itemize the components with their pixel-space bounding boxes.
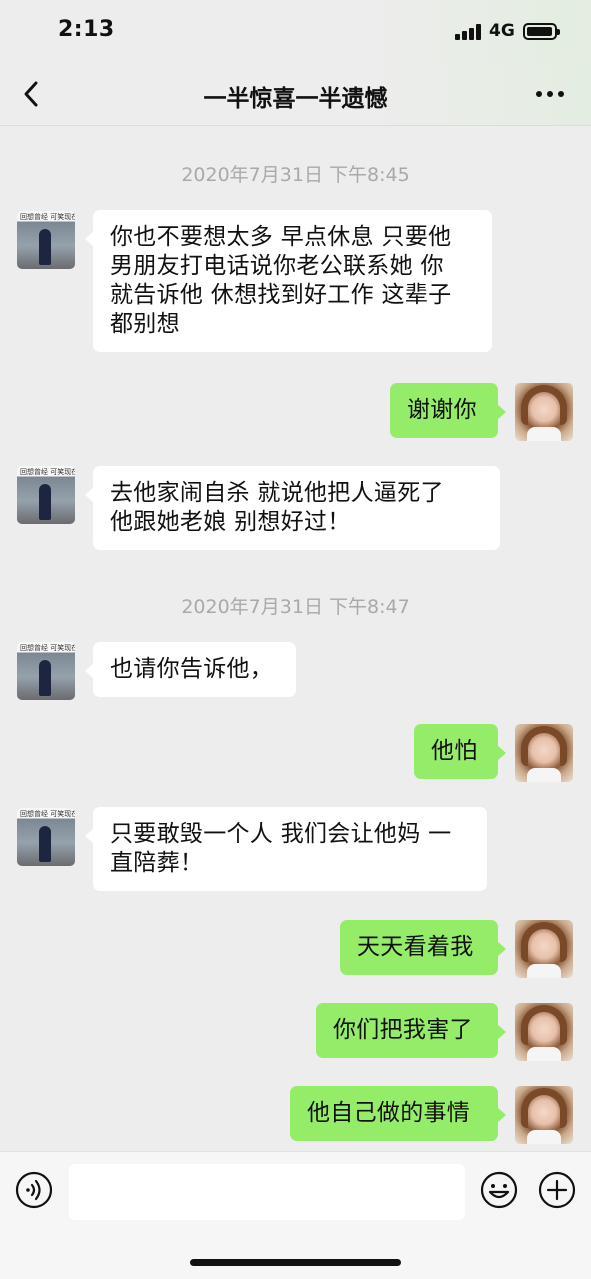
message-line: 你们把我害了 [333, 1017, 473, 1043]
message-line: 他自己做的事情 [307, 1100, 471, 1126]
message-bubble-received[interactable]: 你也不要想太多 早点休息 只要他 男朋友打电话说你老公联系她 你 就告诉他 休想… [85, 210, 492, 352]
message-line: 都别想 [110, 311, 180, 337]
message-bubble-sent[interactable]: 谢谢你 [390, 383, 506, 438]
emoji-button[interactable] [479, 1170, 519, 1210]
my-avatar[interactable] [515, 920, 573, 978]
contact-avatar[interactable]: 回想曾经 可笑现在 [17, 642, 75, 700]
more-button[interactable] [530, 82, 570, 106]
timestamp: 2020年7月31日 下午8:47 [181, 596, 410, 618]
message-line: 男朋友打电话说你老公联系她 你 [110, 253, 444, 279]
message-bubble-sent[interactable]: 你们把我害了 [316, 1003, 506, 1058]
my-avatar[interactable] [515, 724, 573, 782]
message-line: 他怕 [431, 738, 478, 764]
chat-title: 一半惊喜一半遗憾 [203, 86, 388, 112]
contact-avatar[interactable]: 回想曾经 可笑现在 [17, 466, 75, 524]
chevron-left-icon [24, 81, 38, 107]
message-line: 也请你告诉他， [110, 656, 274, 682]
back-button[interactable] [14, 76, 50, 112]
message-line: 谢谢你 [407, 397, 477, 423]
more-icon [536, 91, 564, 97]
my-avatar[interactable] [515, 1086, 573, 1144]
avatar-caption: 回想曾经 可笑现在 [20, 468, 75, 476]
message-line: 天天看着我 [357, 934, 474, 960]
message-line: 你也不要想太多 早点休息 只要他 [110, 224, 452, 250]
message-line: 就告诉他 休想找到好工作 这辈子 [110, 282, 452, 308]
message-input[interactable] [69, 1164, 465, 1220]
signal-icon [455, 24, 483, 40]
message-bubble-received[interactable]: 只要敢毁一个人 我们会让他妈 一 直陪葬！ [85, 807, 487, 891]
message-bubble-sent[interactable]: 他怕 [414, 724, 506, 779]
battery-icon [523, 23, 560, 40]
message-bubble-sent[interactable]: 他自己做的事情 [290, 1086, 506, 1141]
voice-button[interactable] [14, 1170, 54, 1210]
message-line: 去他家闹自杀 就说他把人逼死了 [110, 480, 444, 506]
status-bar: 2:13 4G [0, 0, 591, 62]
message-line: 直陪葬！ [110, 850, 204, 876]
chat-header: 一半惊喜一半遗憾 [0, 62, 591, 126]
network-type: 4G [489, 21, 515, 41]
voice-icon [15, 1171, 53, 1209]
message-bubble-received[interactable]: 去他家闹自杀 就说他把人逼死了 他跟她老娘 别想好过！ [85, 466, 500, 550]
chat-area[interactable]: 2020年7月31日 下午8:45 回想曾经 可笑现在 你也不要想太多 早点休息… [0, 127, 591, 1151]
message-line: 他跟她老娘 别想好过！ [110, 509, 351, 535]
contact-avatar[interactable]: 回想曾经 可笑现在 [17, 211, 75, 269]
contact-avatar[interactable]: 回想曾经 可笑现在 [17, 808, 75, 866]
emoji-icon [480, 1171, 518, 1209]
home-indicator[interactable] [190, 1259, 401, 1266]
my-avatar[interactable] [515, 383, 573, 441]
timestamp: 2020年7月31日 下午8:45 [181, 164, 410, 186]
message-line: 只要敢毁一个人 我们会让他妈 一 [110, 821, 452, 847]
status-time: 2:13 [58, 17, 115, 42]
avatar-caption: 回想曾经 可笑现在 [20, 213, 75, 221]
message-bubble-sent[interactable]: 天天看着我 [340, 920, 506, 975]
avatar-caption: 回想曾经 可笑现在 [20, 810, 75, 818]
plus-circle-icon [538, 1171, 576, 1209]
my-avatar[interactable] [515, 1003, 573, 1061]
add-button[interactable] [537, 1170, 577, 1210]
avatar-caption: 回想曾经 可笑现在 [20, 644, 75, 652]
message-bubble-received[interactable]: 也请你告诉他， [85, 642, 296, 697]
